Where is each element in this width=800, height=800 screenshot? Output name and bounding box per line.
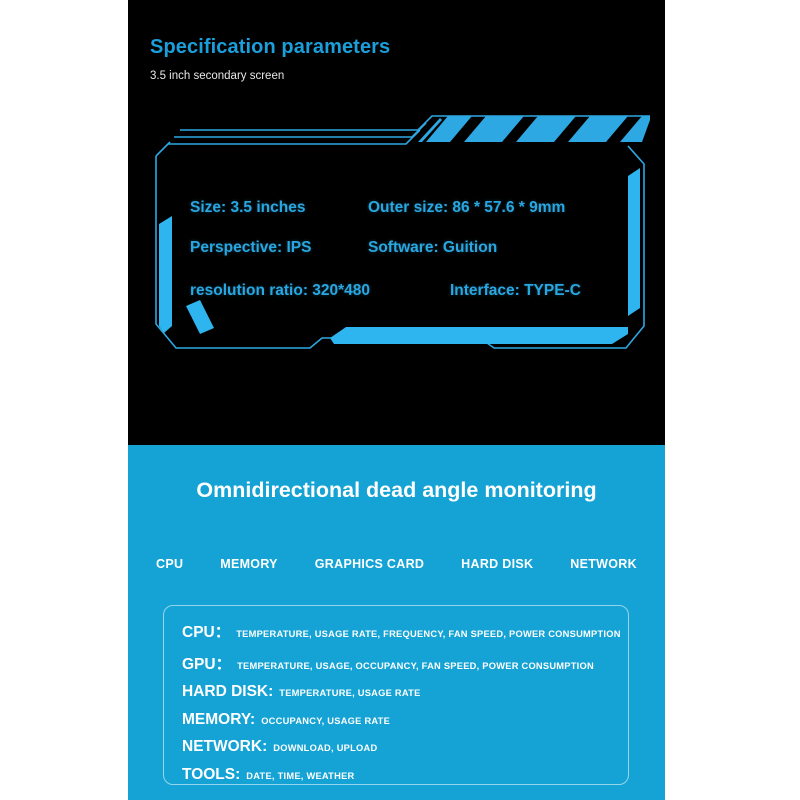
list-item-key: NETWORK: [182,738,268,755]
specification-panel: Specification parameters 3.5 inch second… [128,0,665,445]
spec-software: Software: Guition [368,239,498,256]
list-item: GPU： TEMPERATURE, USAGE, OCCUPANCY, FAN … [182,652,628,674]
list-item-key: MEMORY: [182,710,256,728]
list-item-value: OCCUPANCY, USAGE RATE [261,715,391,726]
list-item-key: HARD DISK: [182,683,274,700]
list-item: NETWORK: DOWNLOAD, UPLOAD [182,738,628,756]
page-subtitle: 3.5 inch secondary screen [150,70,285,82]
spec-size: Size: 3.5 inches [190,199,306,216]
category-memory: MEMORY [220,557,278,571]
category-hard-disk: HARD DISK [461,557,534,571]
category-cpu: CPU [156,557,184,571]
spec-perspective: Perspective: IPS [190,239,312,256]
list-item-value: TEMPERATURE, USAGE, OCCUPANCY, FAN SPEED… [237,660,594,671]
list-item: TOOLS: DATE, TIME, WEATHER [182,766,628,784]
list-item-key: GPU： [182,655,232,673]
list-item: MEMORY: OCCUPANCY, USAGE RATE [182,711,628,729]
screenshot-root: Specification parameters 3.5 inch second… [0,0,800,800]
category-graphics-card: GRAPHICS CARD [314,557,425,571]
monitoring-title: Omnidirectional dead angle monitoring [196,478,597,502]
list-item-value: DATE, TIME, WEATHER [246,770,355,781]
spec-resolution: resolution ratio: 320*480 [190,282,371,299]
list-item-key: TOOLS: [182,765,241,783]
spec-interface: Interface: TYPE-C [450,282,581,299]
category-network: NETWORK [570,557,637,571]
list-item: CPU： TEMPERATURE, USAGE RATE, FREQUENCY,… [182,620,628,642]
list-item-key: CPU： [182,624,231,641]
list-item-value: DOWNLOAD, UPLOAD [273,743,378,753]
spec-outer-size: Outer size: 86 * 57.6 * 9mm [368,199,566,216]
list-item-value: TEMPERATURE, USAGE RATE [279,688,421,698]
category-row: CPU MEMORY GRAPHICS CARD HARD DISK NETWO… [156,557,637,571]
hud-spec-frame: Size: 3.5 inches Outer size: 86 * 57.6 *… [150,112,650,370]
monitoring-spec-list: CPU： TEMPERATURE, USAGE RATE, FREQUENCY,… [163,605,629,785]
list-item-value: TEMPERATURE, USAGE RATE, FREQUENCY, FAN … [236,629,621,639]
monitoring-panel: Omnidirectional dead angle monitoring CP… [128,445,665,800]
list-item: HARD DISK: TEMPERATURE, USAGE RATE [182,683,628,701]
page-title: Specification parameters [150,36,391,58]
